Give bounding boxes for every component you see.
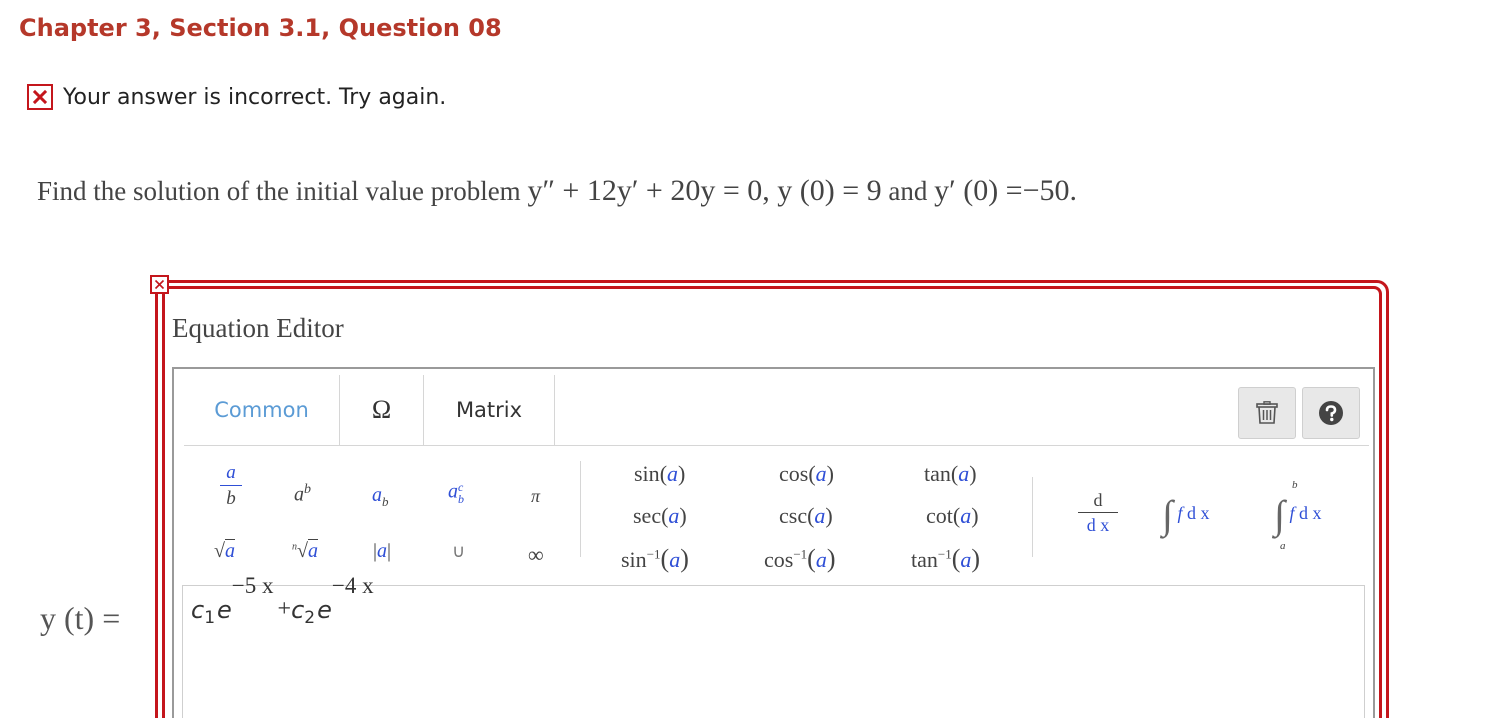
trash-icon: [1256, 401, 1278, 424]
palette-sqrt[interactable]: √a: [214, 539, 235, 562]
tab-symbols[interactable]: Ω: [340, 375, 424, 445]
palette-cos[interactable]: cos(a): [779, 463, 834, 485]
palette-power[interactable]: ab: [294, 483, 311, 505]
close-icon[interactable]: [150, 275, 169, 294]
help-icon: [1319, 401, 1343, 425]
palette-csc[interactable]: csc(a): [779, 505, 833, 527]
equation-editor: Common Ω Matrix a b ab ab a c b π √a n√a…: [172, 367, 1375, 718]
tab-matrix[interactable]: Matrix: [424, 375, 555, 445]
feedback-message: Your answer is incorrect. Try again.: [27, 81, 446, 113]
palette-nth-root[interactable]: n√a: [292, 539, 318, 562]
feedback-text: Your answer is incorrect. Try again.: [63, 84, 447, 110]
question-prefix: Find the solution of the initial value p…: [37, 176, 521, 206]
palette-integral[interactable]: ∫ f d x: [1162, 495, 1209, 535]
palette-sub-superscript[interactable]: acb: [448, 481, 464, 505]
palette-separator: [580, 461, 581, 557]
palette-infinity[interactable]: ∞: [528, 544, 544, 566]
question-text: Find the solution of the initial value p…: [37, 174, 1077, 208]
answer-expression: c1e−5 x+c2e−4 x: [191, 573, 374, 628]
palette-arctan[interactable]: tan−1(a): [911, 546, 980, 572]
palette-separator: [1032, 477, 1033, 557]
editor-title: Equation Editor: [172, 313, 344, 343]
symbol-palette: a b ab ab acb π √a n√a |a| ∪ ∞ sin(a) se…: [174, 447, 1373, 583]
tab-bar: Common Ω Matrix: [184, 375, 1369, 446]
palette-cot[interactable]: cot(a): [926, 505, 979, 527]
palette-sin[interactable]: sin(a): [634, 463, 685, 485]
palette-tan[interactable]: tan(a): [924, 463, 977, 485]
tab-common[interactable]: Common: [184, 375, 340, 445]
help-button[interactable]: [1302, 387, 1360, 439]
palette-abs[interactable]: |a|: [373, 541, 391, 561]
question-equation: y″ + 12y′ + 20y = 0, y (0) = 9: [527, 174, 882, 207]
question-connector: and: [888, 176, 928, 206]
chapter-title: Chapter 3, Section 3.1, Question 08: [19, 14, 502, 42]
palette-arcsin[interactable]: sin−1(a): [621, 546, 689, 572]
x-mark-icon: [27, 84, 53, 110]
palette-union[interactable]: ∪: [452, 542, 465, 560]
question-condition: y′ (0) =−50.: [934, 174, 1078, 207]
palette-pi[interactable]: π: [531, 487, 540, 505]
clear-button[interactable]: [1238, 387, 1296, 439]
palette-subscript[interactable]: ab: [372, 485, 389, 508]
palette-arccos[interactable]: cos−1(a): [764, 546, 836, 572]
palette-fraction[interactable]: a b: [218, 463, 244, 508]
palette-definite-integral[interactable]: b ∫ a f d x: [1274, 480, 1321, 552]
palette-sec[interactable]: sec(a): [633, 505, 687, 527]
palette-derivative[interactable]: d d x: [1078, 491, 1118, 534]
answer-label: y (t) =: [40, 600, 121, 636]
equation-input[interactable]: c1e−5 x+c2e−4 x: [182, 573, 1365, 718]
